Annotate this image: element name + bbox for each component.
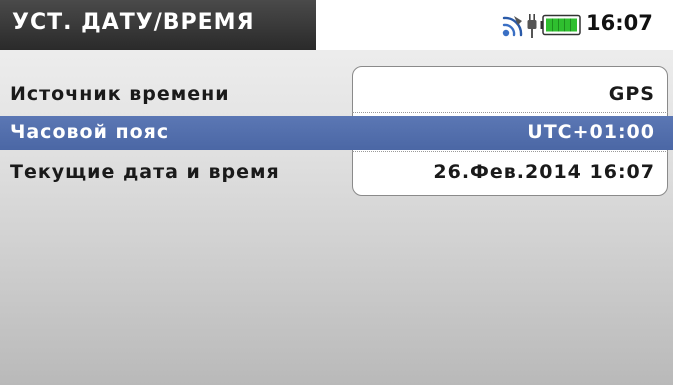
power-plug-icon	[527, 14, 537, 38]
title-block: УСТ. ДАТУ/ВРЕМЯ	[0, 0, 316, 50]
setting-value: GPS	[608, 83, 655, 105]
setting-row-current-datetime[interactable]: Текущие дата и время 26.Фев.2014 16:07	[0, 156, 673, 190]
clock: 16:07	[586, 11, 653, 35]
setting-label: Источник времени	[10, 83, 230, 105]
gps-signal-icon	[502, 16, 523, 37]
page-title: УСТ. ДАТУ/ВРЕМЯ	[12, 10, 255, 35]
setting-row-time-source[interactable]: Источник времени GPS	[0, 78, 673, 112]
divider	[352, 151, 668, 152]
setting-row-time-zone[interactable]: Часовой пояс UTC+01:00	[0, 116, 673, 150]
setting-label: Часовой пояс	[10, 121, 170, 143]
screen: УСТ. ДАТУ/ВРЕМЯ 16:07 Источник времени G…	[0, 0, 673, 385]
setting-value: 26.Фев.2014 16:07	[433, 161, 655, 183]
battery-full-icon	[540, 14, 581, 36]
title-bar: УСТ. ДАТУ/ВРЕМЯ 16:07	[0, 0, 673, 50]
setting-value: UTC+01:00	[527, 121, 655, 143]
setting-label: Текущие дата и время	[10, 161, 280, 183]
divider	[352, 112, 668, 113]
